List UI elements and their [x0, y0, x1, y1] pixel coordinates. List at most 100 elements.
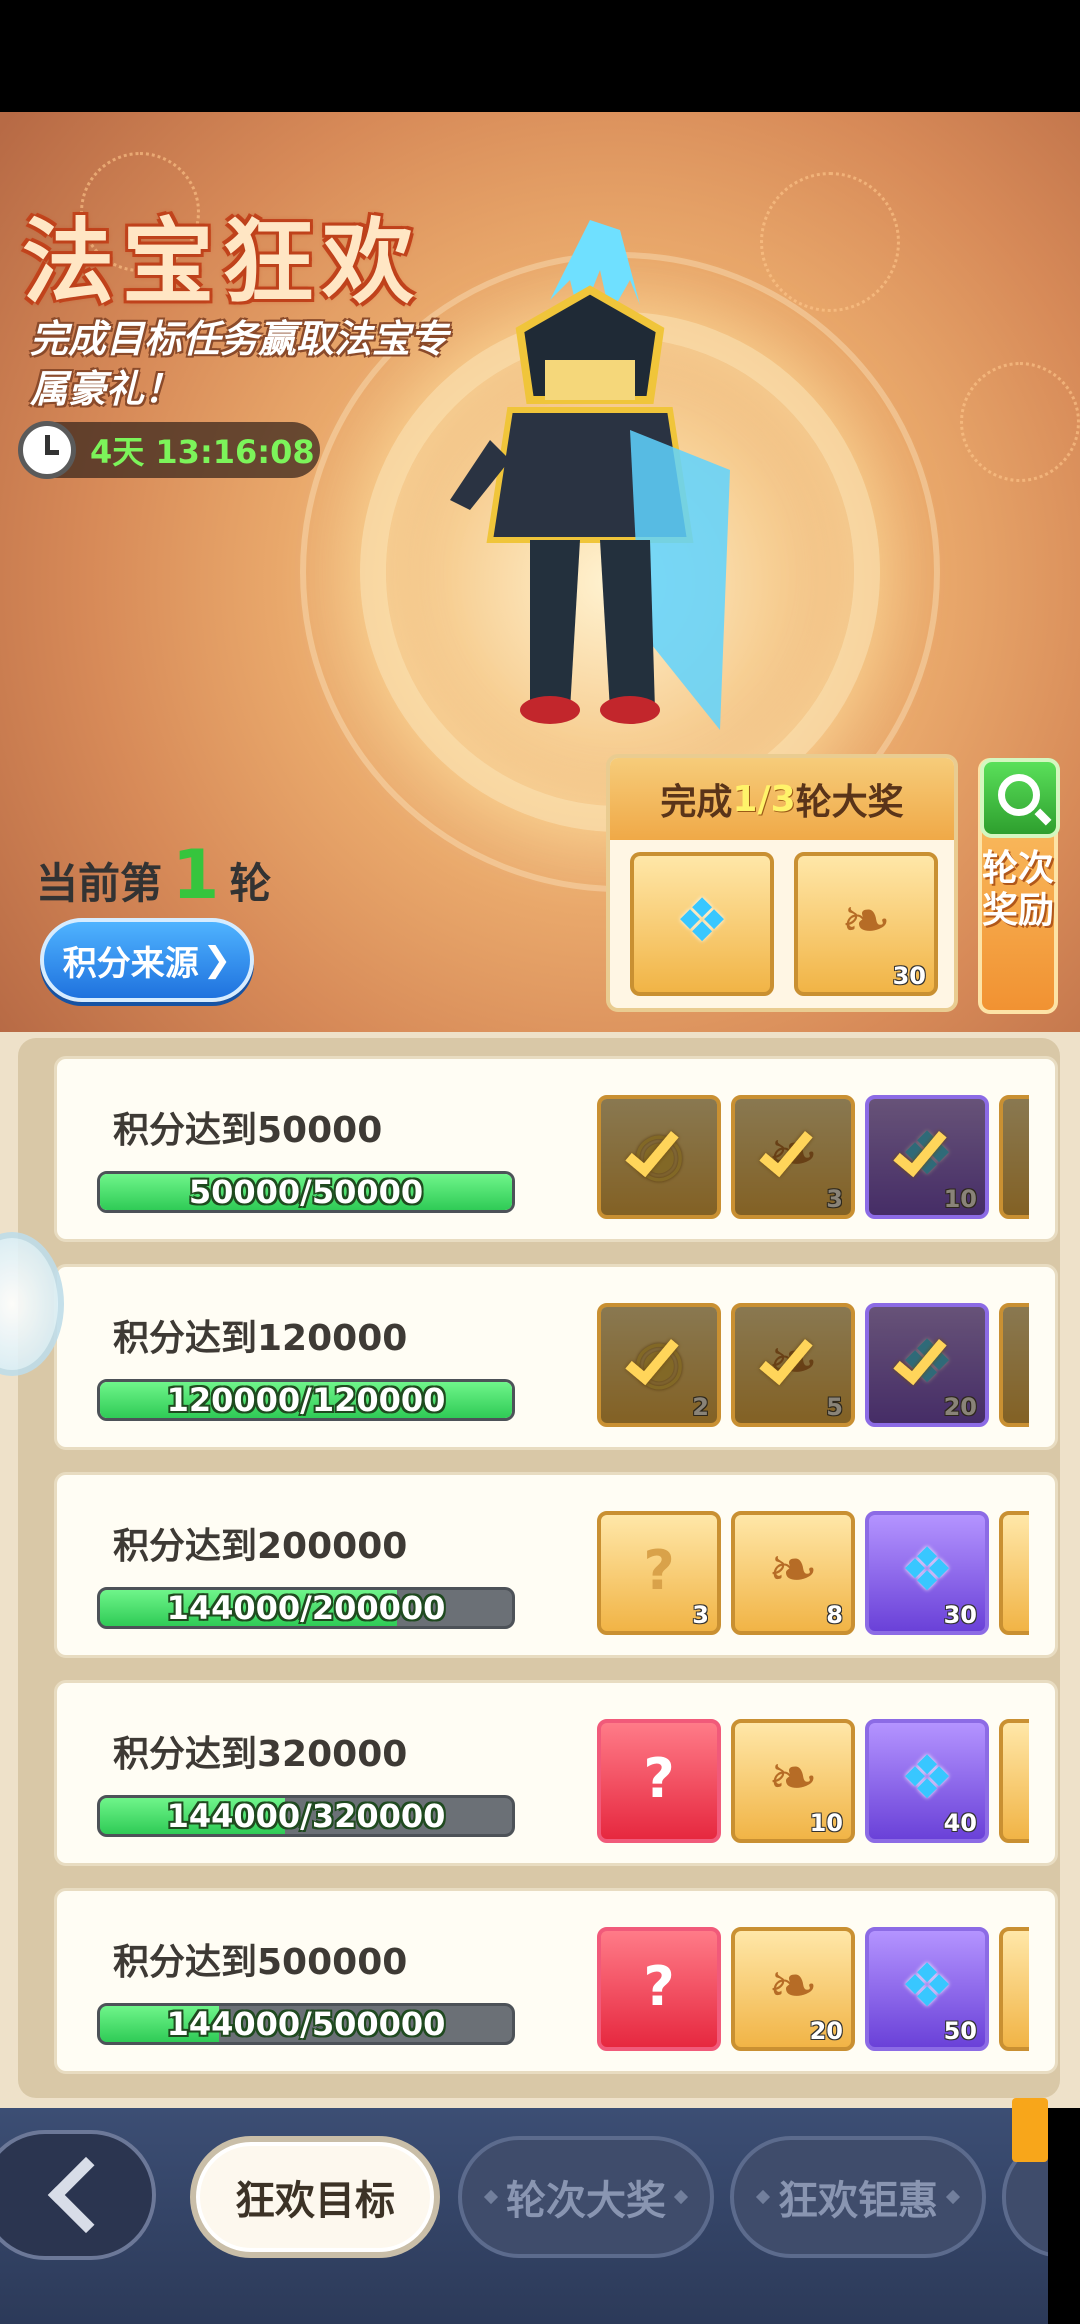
round-rewards-button[interactable]: 轮次奖励: [978, 758, 1060, 1014]
round-rewards-label: 轮次奖励: [982, 848, 1055, 931]
progress-text: 144000/200000: [166, 1589, 446, 1627]
task-list-area: 积分达到50000 50000/50000 ◉ ❧ 3 ❖ 10 积分达到120…: [0, 1032, 1080, 2108]
reward-item[interactable]: ❖ 10: [865, 1095, 989, 1219]
gem-icon: ❖: [900, 1951, 954, 2022]
reward-item[interactable]: ❖ 20: [865, 1303, 989, 1427]
progress-text: 144000/320000: [166, 1797, 446, 1835]
reward-item-partial[interactable]: [999, 1719, 1029, 1843]
points-source-button[interactable]: 积分来源 ❯: [40, 918, 254, 1002]
gem-icon: ❖: [900, 1743, 954, 1814]
chevron-right-icon: ❯: [202, 940, 232, 980]
search-icon: [998, 774, 1040, 816]
task-row: 积分达到50000 50000/50000 ◉ ❧ 3 ❖ 10: [54, 1056, 1058, 1242]
reward-item-partial[interactable]: [999, 1927, 1029, 2051]
reward-item-partial[interactable]: [999, 1511, 1029, 1635]
task-row: 积分达到320000 144000/320000 ? ❧ 10 ❖ 40: [54, 1680, 1058, 1866]
task-title: 积分达到320000: [113, 1734, 408, 1775]
round-grand-prize-panel: 完成 1/3 轮大奖 ❖ ❧ 30: [606, 754, 958, 1012]
tab-label: 狂欢目标: [235, 2178, 395, 2224]
event-subtitle: 完成目标任务赢取法宝专属豪礼！: [30, 317, 449, 411]
item-count: 3: [692, 1601, 709, 1629]
item-count: 40: [943, 1809, 977, 1837]
magnifier-button[interactable]: [980, 758, 1060, 838]
firework-decoration: [760, 172, 900, 312]
task-list-frame[interactable]: 积分达到50000 50000/50000 ◉ ❧ 3 ❖ 10 积分达到120…: [18, 1038, 1060, 2098]
scroll-icon: ❧: [840, 886, 892, 957]
scroll-icon: ❧: [767, 1951, 819, 2022]
countdown-text: 4天 13:16:08: [90, 433, 315, 471]
reward-item[interactable]: ?: [597, 1719, 721, 1843]
reward-item[interactable]: ❖ 50: [865, 1927, 989, 2051]
item-count: 20: [809, 2017, 843, 2045]
tab-carnival-deals[interactable]: 狂欢钜惠: [730, 2136, 986, 2258]
mystery-bag-icon: ?: [643, 1954, 675, 2018]
tab-round-grand-prize[interactable]: 轮次大奖: [458, 2136, 714, 2258]
firework-decoration: [960, 362, 1080, 482]
screen-edge: [1048, 2108, 1080, 2324]
item-count: 30: [892, 962, 926, 990]
checkmark-icon: [759, 1328, 813, 1386]
notification-flag: [1012, 2098, 1048, 2162]
diamond-icon: [483, 2189, 499, 2205]
reward-items: ? ❧ 10 ❖ 40: [597, 1719, 1029, 1843]
item-count: 50: [943, 2017, 977, 2045]
checkmark-icon: [625, 1328, 679, 1386]
task-title: 积分达到50000: [113, 1110, 383, 1151]
status-bar: [0, 0, 1080, 112]
treasure-chest-item[interactable]: ❖: [630, 852, 774, 996]
reward-item[interactable]: ❧ 3: [731, 1095, 855, 1219]
reward-item[interactable]: ❧ 10: [731, 1719, 855, 1843]
scroll-icon: ❧: [767, 1743, 819, 1814]
round-suffix: 轮: [229, 859, 272, 908]
progress-text: 50000/50000: [188, 1173, 424, 1211]
reward-item[interactable]: ◉: [597, 1095, 721, 1219]
reward-items: ? 3 ❧ 8 ❖ 30: [597, 1511, 1029, 1635]
reward-item[interactable]: ❧ 8: [731, 1511, 855, 1635]
checkmark-icon: [893, 1120, 947, 1178]
event-title: 法宝狂欢: [22, 208, 423, 316]
task-title: 积分达到500000: [113, 1942, 408, 1983]
reward-item[interactable]: ?: [597, 1927, 721, 2051]
item-count: 10: [943, 1185, 977, 1213]
reward-item[interactable]: ❖ 40: [865, 1719, 989, 1843]
points-source-label: 积分来源: [62, 943, 199, 984]
reward-item[interactable]: ❧ 5: [731, 1303, 855, 1427]
reward-item[interactable]: ? 3: [597, 1511, 721, 1635]
task-title: 积分达到200000: [113, 1526, 408, 1567]
task-progress-bar: 144000/320000: [97, 1795, 515, 1837]
round-prefix: 当前第: [36, 859, 163, 908]
reward-item[interactable]: ❖ 30: [865, 1511, 989, 1635]
bottom-nav: 狂欢目标 轮次大奖 狂欢钜惠: [0, 2108, 1080, 2324]
clock-icon: [18, 421, 76, 479]
back-button[interactable]: [0, 2130, 156, 2260]
reward-items: ◉ 2 ❧ 5 ❖ 20: [597, 1303, 1029, 1427]
item-count: 3: [826, 1185, 843, 1213]
task-progress-bar: 120000/120000: [97, 1379, 515, 1421]
task-progress-bar: 144000/500000: [97, 2003, 515, 2045]
item-count: 10: [809, 1809, 843, 1837]
round-panel-prefix: 完成: [660, 782, 733, 823]
scroll-item[interactable]: ❧ 30: [794, 852, 938, 996]
mystery-bag-icon: ?: [643, 1538, 675, 1602]
round-panel-progress: 1/3: [732, 778, 796, 820]
checkmark-icon: [759, 1120, 813, 1178]
reward-items: ? ❧ 20 ❖ 50: [597, 1927, 1029, 2051]
checkmark-icon: [893, 1328, 947, 1386]
diamond-icon: [945, 2189, 961, 2205]
tab-carnival-goals[interactable]: 狂欢目标: [190, 2136, 440, 2258]
diamond-icon: [755, 2189, 771, 2205]
countdown-timer: 4天 13:16:08: [18, 421, 320, 479]
round-number: 1: [172, 836, 220, 915]
character-figure: [430, 210, 750, 770]
reward-item-partial[interactable]: [999, 1095, 1029, 1219]
reward-item[interactable]: ❧ 20: [731, 1927, 855, 2051]
reward-item-partial[interactable]: [999, 1303, 1029, 1427]
round-panel-suffix: 轮大奖: [795, 782, 904, 823]
diamond-icon: [673, 2189, 689, 2205]
reward-item[interactable]: ◉ 2: [597, 1303, 721, 1427]
reward-items: ◉ ❧ 3 ❖ 10: [597, 1095, 1029, 1219]
progress-text: 120000/120000: [166, 1381, 446, 1419]
treasure-chest-icon: ❖: [675, 886, 729, 957]
item-count: 20: [943, 1393, 977, 1421]
current-round: 当前第 1 轮: [36, 836, 271, 915]
